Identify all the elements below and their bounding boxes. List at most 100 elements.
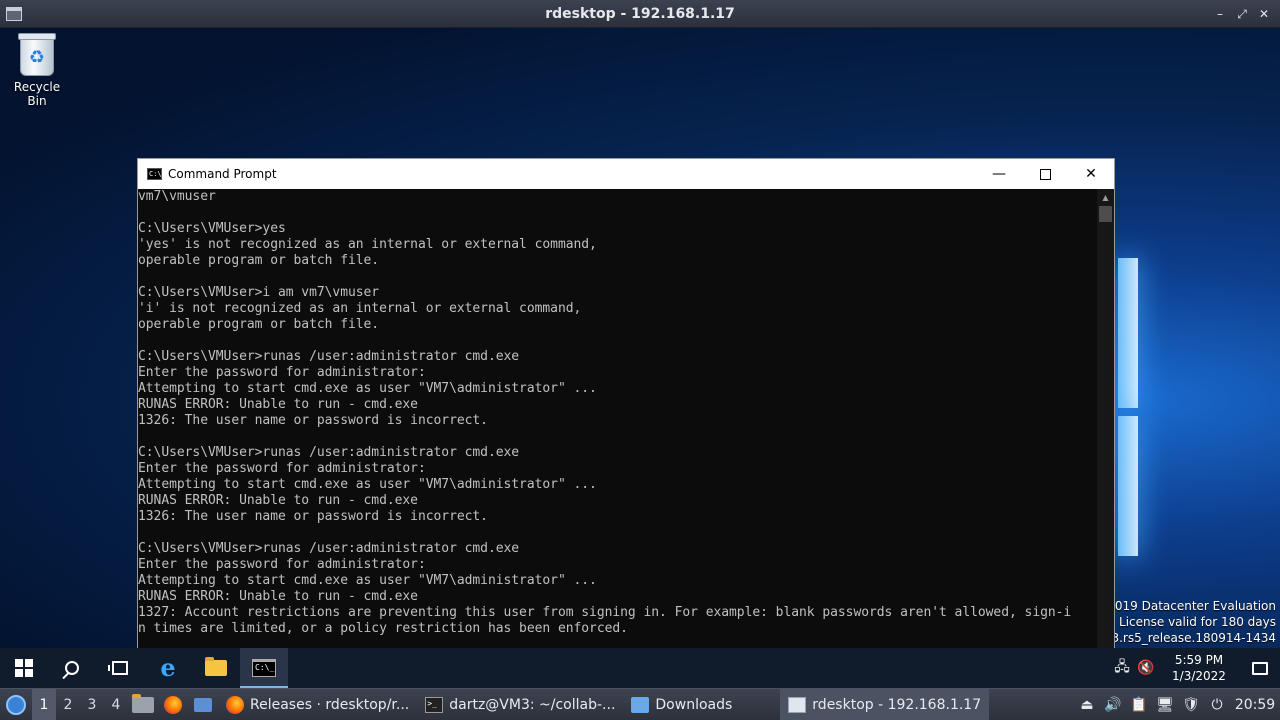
taskbar-clock[interactable]: 5:59 PM 1/3/2022 bbox=[1158, 652, 1240, 684]
console-line: 'yes' is not recognized as an internal o… bbox=[138, 237, 597, 252]
host-clock[interactable]: 20:59 bbox=[1230, 697, 1280, 713]
folder-icon bbox=[205, 657, 227, 676]
notification-icon bbox=[1252, 661, 1268, 675]
monitor-icon[interactable]: 🖥 bbox=[1152, 697, 1178, 713]
terminal-icon: >_ bbox=[425, 696, 444, 713]
task-rdesktop[interactable]: rdesktop - 192.168.1.17 bbox=[780, 688, 990, 720]
console-line: C:\Users\VMUser>i am vm7\vmuser bbox=[138, 285, 380, 300]
task-label: Downloads bbox=[655, 696, 733, 713]
cmd-taskbar-button[interactable]: C:\_ bbox=[240, 648, 288, 688]
console-line: Attempting to start cmd.exe as user "VM7… bbox=[138, 477, 597, 492]
clipboard-icon[interactable]: 📋 bbox=[1126, 697, 1152, 713]
cmd-close-button[interactable]: ✕ bbox=[1068, 159, 1114, 189]
system-tray: 🖧 🔇 5:59 PM 1/3/2022 bbox=[1110, 648, 1280, 688]
console-line: 1326: The user name or password is incor… bbox=[138, 413, 488, 428]
rdesktop-titlebar[interactable]: rdesktop - 192.168.1.17 – ⤢ ✕ bbox=[0, 0, 1280, 28]
internet-explorer-button[interactable]: e bbox=[144, 648, 192, 688]
cmd-icon: C:\_ bbox=[252, 659, 276, 677]
windows-start-icon bbox=[15, 659, 33, 677]
maximize-icon bbox=[1039, 168, 1051, 180]
console-line: operable program or batch file. bbox=[138, 253, 380, 268]
windows-taskbar: e C:\_ 🖧 🔇 5:59 PM 1/3/2022 bbox=[0, 648, 1280, 688]
distro-logo-icon bbox=[6, 694, 26, 715]
host-panel: 1 2 3 4 Releases · rdesktop/r... >_ dart… bbox=[0, 688, 1280, 720]
firefox-icon bbox=[226, 695, 244, 714]
workspace-2[interactable]: 2 bbox=[56, 689, 80, 720]
desktop-launcher[interactable] bbox=[188, 689, 218, 720]
cmd-scrollbar[interactable]: ▲ bbox=[1097, 189, 1114, 648]
console-line: Attempting to start cmd.exe as user "VM7… bbox=[138, 381, 597, 396]
console-line: Attempting to start cmd.exe as user "VM7… bbox=[138, 573, 597, 588]
scroll-thumb[interactable] bbox=[1099, 206, 1112, 222]
console-line: 'i' is not recognized as an internal or … bbox=[138, 301, 582, 316]
power-icon[interactable]: ⏻ bbox=[1204, 697, 1230, 713]
console-line: Enter the password for administrator: bbox=[138, 461, 426, 476]
network-icon[interactable]: 🖧 bbox=[1110, 656, 1134, 680]
cmd-minimize-button[interactable]: — bbox=[976, 159, 1022, 189]
windows-logo-pane bbox=[1118, 258, 1138, 408]
console-line: n times are limited, or a policy restric… bbox=[138, 621, 628, 636]
console-line: C:\Users\VMUser>runas /user:administrato… bbox=[138, 349, 520, 364]
cmd-console-output[interactable]: vm7\vmuser C:\Users\VMUser>yes'yes' is no… bbox=[138, 189, 1098, 648]
window-menu-icon[interactable] bbox=[6, 7, 22, 21]
task-firefox-releases[interactable]: Releases · rdesktop/r... bbox=[218, 689, 417, 720]
task-label: dartz@VM3: ~/collab-... bbox=[449, 696, 616, 713]
firefox-icon bbox=[164, 695, 182, 714]
file-manager-icon bbox=[132, 693, 154, 713]
clock-date: 1/3/2022 bbox=[1172, 669, 1226, 683]
shield-icon[interactable]: 🛡 bbox=[1178, 697, 1204, 713]
minimize-icon[interactable]: – bbox=[1214, 7, 1226, 21]
cmd-titlebar[interactable]: C:\_ Command Prompt — ✕ bbox=[138, 159, 1114, 189]
action-center-button[interactable] bbox=[1240, 661, 1280, 675]
search-button[interactable] bbox=[48, 648, 96, 688]
task-terminal[interactable]: >_ dartz@VM3: ~/collab-... bbox=[417, 689, 623, 720]
folder-icon bbox=[631, 696, 650, 713]
cmd-title: Command Prompt bbox=[168, 167, 277, 181]
workspace-1[interactable]: 1 bbox=[32, 688, 56, 720]
close-icon[interactable]: ✕ bbox=[1258, 7, 1270, 21]
console-line: C:\Users\VMUser>runas /user:administrato… bbox=[138, 541, 520, 556]
console-line: 1326: The user name or password is incor… bbox=[138, 509, 488, 524]
task-label: Releases · rdesktop/r... bbox=[250, 696, 410, 713]
cmd-app-icon: C:\_ bbox=[147, 168, 166, 180]
windows-logo-pane bbox=[1118, 416, 1138, 556]
command-prompt-window[interactable]: C:\_ Command Prompt — ✕ vm7\vmuser C:\Use… bbox=[137, 158, 1115, 648]
task-downloads[interactable]: Downloads bbox=[623, 689, 740, 720]
file-explorer-button[interactable] bbox=[192, 648, 240, 688]
app-menu-button[interactable] bbox=[0, 689, 32, 720]
remote-desktop: Recycle Bin ver 2019 Datacenter Evaluati… bbox=[0, 28, 1280, 648]
file-manager-launcher[interactable] bbox=[128, 689, 158, 720]
firefox-launcher[interactable] bbox=[158, 689, 188, 720]
task-view-button[interactable] bbox=[96, 648, 144, 688]
cmd-maximize-button[interactable] bbox=[1022, 159, 1068, 189]
host-tray: ⏏ 🔊 📋 🖥 🛡 ⏻ 20:59 bbox=[1074, 689, 1280, 720]
console-line: Enter the password for administrator: bbox=[138, 557, 426, 572]
volume-icon[interactable]: 🔊 bbox=[1100, 697, 1126, 713]
recycle-bin-icon[interactable]: Recycle Bin bbox=[4, 33, 70, 108]
console-line: Enter the password for administrator: bbox=[138, 365, 426, 380]
console-line: vm7\vmuser bbox=[138, 189, 216, 204]
console-line: operable program or batch file. bbox=[138, 317, 380, 332]
task-view-icon bbox=[108, 661, 128, 675]
workspace-3[interactable]: 3 bbox=[80, 689, 104, 720]
eject-icon[interactable]: ⏏ bbox=[1074, 697, 1100, 713]
rdesktop-title: rdesktop - 192.168.1.17 bbox=[545, 5, 735, 22]
console-line: C:\Users\VMUser>runas /user:administrato… bbox=[138, 445, 520, 460]
start-button[interactable] bbox=[0, 648, 48, 688]
internet-explorer-icon: e bbox=[160, 653, 176, 682]
volume-muted-icon[interactable]: 🔇 bbox=[1134, 660, 1158, 676]
task-label: rdesktop - 192.168.1.17 bbox=[812, 696, 982, 713]
search-icon bbox=[65, 661, 79, 675]
maximize-icon[interactable]: ⤢ bbox=[1236, 7, 1248, 22]
console-line: RUNAS ERROR: Unable to run - cmd.exe bbox=[138, 397, 418, 412]
scroll-up-icon[interactable]: ▲ bbox=[1097, 189, 1114, 206]
rdesktop-icon bbox=[788, 696, 807, 713]
workspace-4[interactable]: 4 bbox=[104, 689, 128, 720]
clock-time: 5:59 PM bbox=[1174, 653, 1224, 667]
console-line: RUNAS ERROR: Unable to run - cmd.exe bbox=[138, 493, 418, 508]
